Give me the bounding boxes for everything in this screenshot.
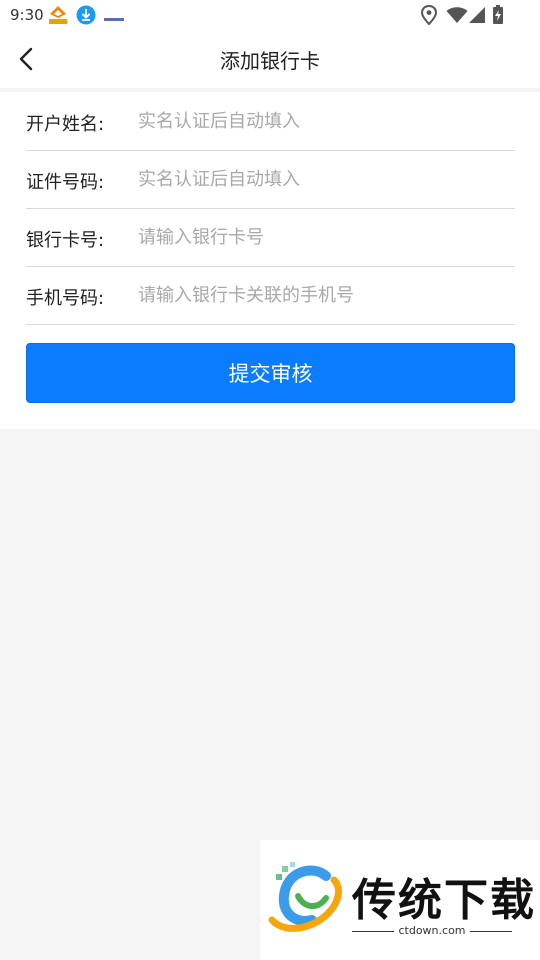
watermark-line-right [470,931,512,932]
card-number-input[interactable] [138,220,508,254]
id-number-input[interactable] [138,162,508,196]
card-number-label: 银行卡号: [26,230,105,251]
phone-row: 手机号码: [26,266,515,325]
download-icon [76,5,96,29]
page-title: 添加银行卡 [220,49,320,73]
name-input[interactable] [138,104,508,138]
status-time: 9:30 [10,6,44,24]
name-label: 开户姓名: [26,114,105,135]
phone-input[interactable] [138,278,508,312]
signal-icon [468,7,486,28]
watermark-logo-icon [268,862,348,942]
wifi-icon [446,7,468,28]
id-number-label: 证件号码: [26,172,105,193]
id-number-row: 证件号码: [26,150,515,209]
small-logo-icon [104,10,124,29]
battery-icon [492,5,504,29]
name-row: 开户姓名: [26,92,515,151]
app-bar: 添加银行卡 [0,30,540,88]
app-notification-icon [48,5,68,29]
submit-button[interactable]: 提交审核 [26,343,515,403]
bank-card-form: 开户姓名: 证件号码: 银行卡号: 手机号码: 提交审核 [0,92,540,429]
watermark-brand: 传统下载 [352,875,536,926]
watermark: 传统下载 ctdown.com [260,840,540,960]
card-number-row: 银行卡号: [26,208,515,267]
status-bar: 9:30 [0,0,540,30]
phone-label: 手机号码: [26,288,105,309]
location-icon [420,4,438,29]
